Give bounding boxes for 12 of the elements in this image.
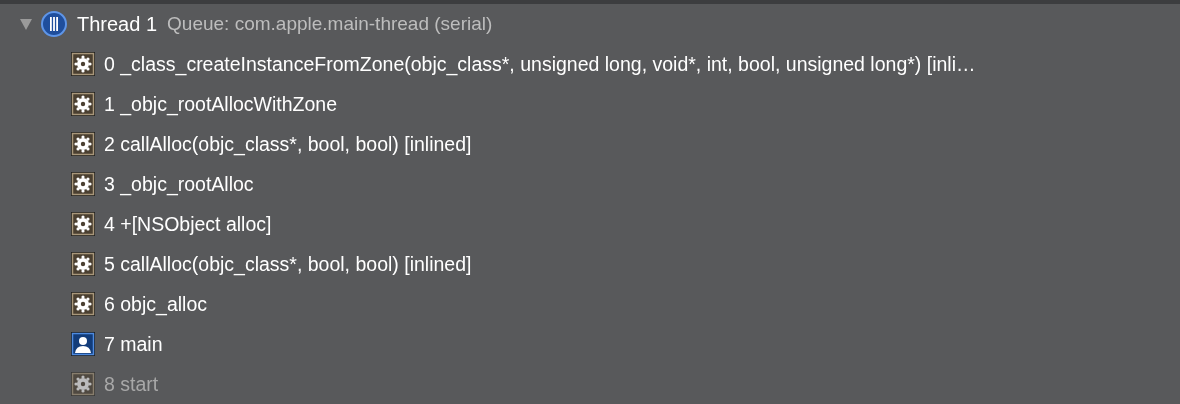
stack-frame-row[interactable]: 2 callAlloc(objc_class*, bool, bool) [inlined] <box>0 124 1180 164</box>
stack-frame-row[interactable]: 5 callAlloc(objc_class*, bool, bool) [inlined] <box>0 244 1180 284</box>
stack-frame-row[interactable]: 7 main <box>0 324 1180 364</box>
stack-frame-row[interactable]: 4 +[NSObject alloc] <box>0 204 1180 244</box>
stack-frame-row[interactable]: 3 _objc_rootAlloc <box>0 164 1180 204</box>
stack-frame-row[interactable]: 6 objc_alloc <box>0 284 1180 324</box>
thread-icon <box>41 11 67 37</box>
queue-label: Queue: com.apple.main-thread (serial) <box>167 13 493 35</box>
stack-frame-row[interactable]: 0 _class_createInstanceFromZone(objc_class*, unsigned long, void*, int, bool, unsigned long*) [inli… <box>0 44 1180 84</box>
disclosure-triangle-down-icon[interactable] <box>19 17 33 31</box>
stack-frame-row[interactable]: 1 _objc_rootAllocWithZone <box>0 84 1180 124</box>
thread-name: Thread 1 <box>77 12 158 36</box>
